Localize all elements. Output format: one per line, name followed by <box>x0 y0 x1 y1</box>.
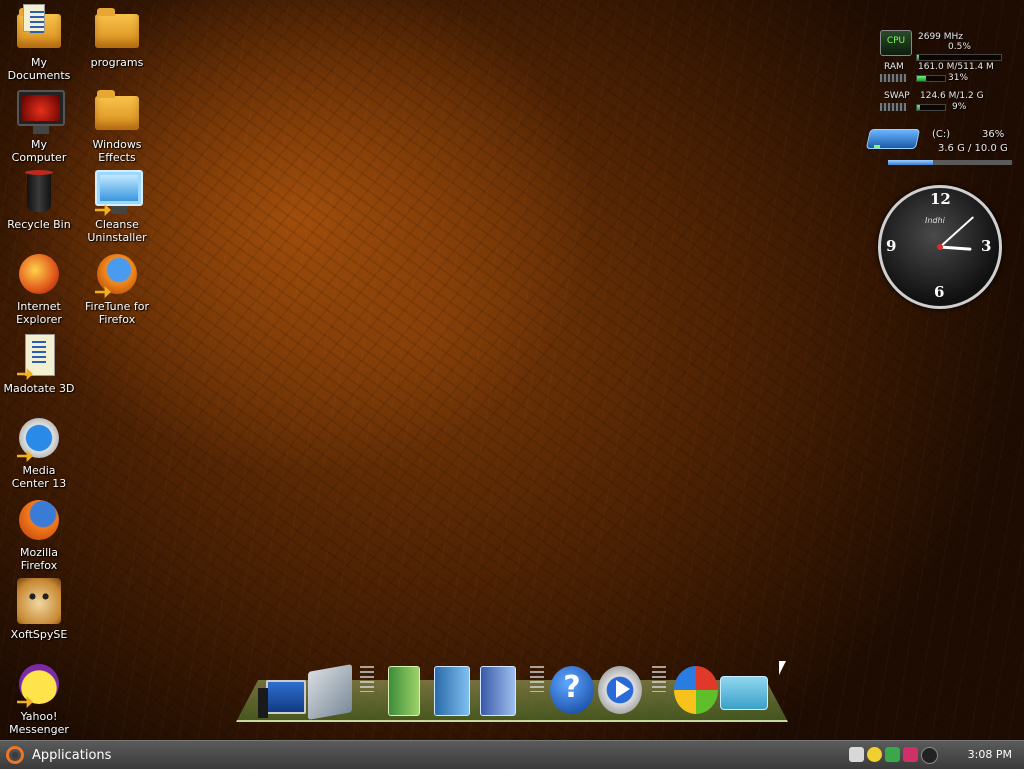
documents-icon[interactable] <box>388 666 420 716</box>
media-player-icon[interactable] <box>598 666 642 714</box>
desktop-icon-my-documents[interactable]: My Documents <box>0 4 78 82</box>
desktop-icon-internet-explorer[interactable]: Internet Explorer <box>0 250 78 326</box>
media-icon[interactable] <box>480 666 516 716</box>
network-icon[interactable] <box>308 664 352 720</box>
hard-drive-icon <box>865 125 922 153</box>
ram-usage: 161.0 M/511.4 M <box>918 62 994 72</box>
documents-folder-icon <box>15 4 63 54</box>
desktop-icon-madotate-3d[interactable]: Madotate 3D <box>0 332 78 395</box>
desktop-icon-mozilla-firefox[interactable]: Mozilla Firefox <box>0 496 78 572</box>
desktop-icon-label: My Documents <box>7 56 71 82</box>
desktop-icon-label: Internet Explorer <box>16 300 62 326</box>
desktop-icon-recycle-bin[interactable]: Recycle Bin <box>0 168 78 231</box>
desktop-icon-label: Cleanse Uninstaller <box>87 218 147 244</box>
desktop-icon-label: My Computer <box>11 138 67 164</box>
help-icon[interactable]: ? <box>550 666 594 714</box>
ram-label: RAM <box>884 62 904 72</box>
swap-percent: 9% <box>952 102 967 112</box>
tray-messenger-icon[interactable] <box>867 747 882 762</box>
desktop-icon-label: Madotate 3D <box>3 382 75 395</box>
desktop-icon-firetune[interactable]: FireTune for Firefox <box>78 250 156 326</box>
recycle-icon[interactable] <box>720 676 768 710</box>
cpu-label: CPU <box>886 36 906 46</box>
folder-icon <box>93 6 141 54</box>
clock-minute-hand <box>939 216 974 248</box>
internet-explorer-icon <box>15 250 63 298</box>
firefox-icon <box>15 496 63 544</box>
ubuntu-logo-icon <box>6 746 24 764</box>
ram-usage-bar <box>916 75 946 82</box>
dock-separator <box>360 666 374 692</box>
taskbar: Applications 3:08 PM <box>0 740 1024 769</box>
desktop-icon-label: Mozilla Firefox <box>20 546 58 572</box>
tray-shield-icon[interactable] <box>903 747 918 762</box>
swap-usage-bar <box>916 104 946 111</box>
firetune-icon <box>93 250 141 298</box>
desktop-icon-label: XoftSpySE <box>10 628 68 641</box>
drive-usage: 3.6 G / 10.0 G <box>938 143 1008 154</box>
tray-settings-icon[interactable] <box>921 747 938 764</box>
swap-chip-icon <box>880 103 906 111</box>
drive-usage-bar <box>888 160 1012 165</box>
swap-label: SWAP <box>884 91 910 101</box>
desktop-icon-label: FireTune for Firefox <box>84 300 149 326</box>
dock-separator <box>530 666 544 692</box>
cpu-usage-bar <box>916 54 1002 61</box>
cheetah-icon <box>15 578 63 626</box>
desktop-icon-windows-effects[interactable]: Windows Effects <box>78 88 156 164</box>
tray-network-icon[interactable] <box>849 747 864 762</box>
drive-percent: 36% <box>982 129 1005 140</box>
folder-icon <box>93 88 141 136</box>
windows-update-icon[interactable] <box>674 666 718 714</box>
ram-percent: 31% <box>948 73 969 83</box>
clock-hour-hand <box>938 245 972 251</box>
desktop-icon-label: Yahoo! Messenger <box>9 710 69 736</box>
desktop-icon-label: Windows Effects <box>92 138 142 164</box>
desktop-icon-media-center[interactable]: Media Center 13 <box>0 414 78 490</box>
desktop-icon-label: programs <box>90 56 144 69</box>
desktop-icon-label: Recycle Bin <box>7 218 71 231</box>
tray-update-icon[interactable] <box>885 747 900 762</box>
dock-separator <box>652 666 666 692</box>
system-tray <box>849 747 938 764</box>
drive-label: (C:) <box>932 129 951 140</box>
desktop-icon-yahoo-messenger[interactable]: Yahoo! Messenger <box>0 660 78 736</box>
monitor-icon <box>15 88 65 136</box>
desktop-icon-cleanse-uninstaller[interactable]: Cleanse Uninstaller <box>78 168 156 244</box>
media-center-icon <box>15 414 63 462</box>
uninstaller-icon <box>93 168 143 216</box>
recycle-bin-icon <box>15 168 63 216</box>
mouse-cursor <box>779 661 786 675</box>
my-computer-icon[interactable] <box>258 680 306 718</box>
cpu-chip-icon: CPU <box>880 30 912 56</box>
cpu-percent: 0.5% <box>948 42 971 52</box>
desktop-icon-programs[interactable]: programs <box>78 6 156 69</box>
images-icon[interactable] <box>434 666 470 716</box>
desktop-icon-my-computer[interactable]: My Computer <box>0 88 78 164</box>
desktop-icon-label: Media Center 13 <box>11 464 67 490</box>
swap-usage: 124.6 M/1.2 G <box>920 91 984 101</box>
applications-menu-button[interactable]: Applications <box>4 744 117 766</box>
clock-time[interactable]: 3:08 PM <box>968 748 1012 761</box>
document-shortcut-icon <box>15 332 63 380</box>
ram-chip-icon <box>880 74 906 82</box>
clock-hands <box>937 216 974 251</box>
desktop-icon-xoftspyse[interactable]: XoftSpySE <box>0 578 78 641</box>
applications-label: Applications <box>32 747 112 763</box>
analog-clock-widget: 12 3 6 9 Indhi <box>878 185 1002 309</box>
yahoo-messenger-icon <box>15 660 63 708</box>
